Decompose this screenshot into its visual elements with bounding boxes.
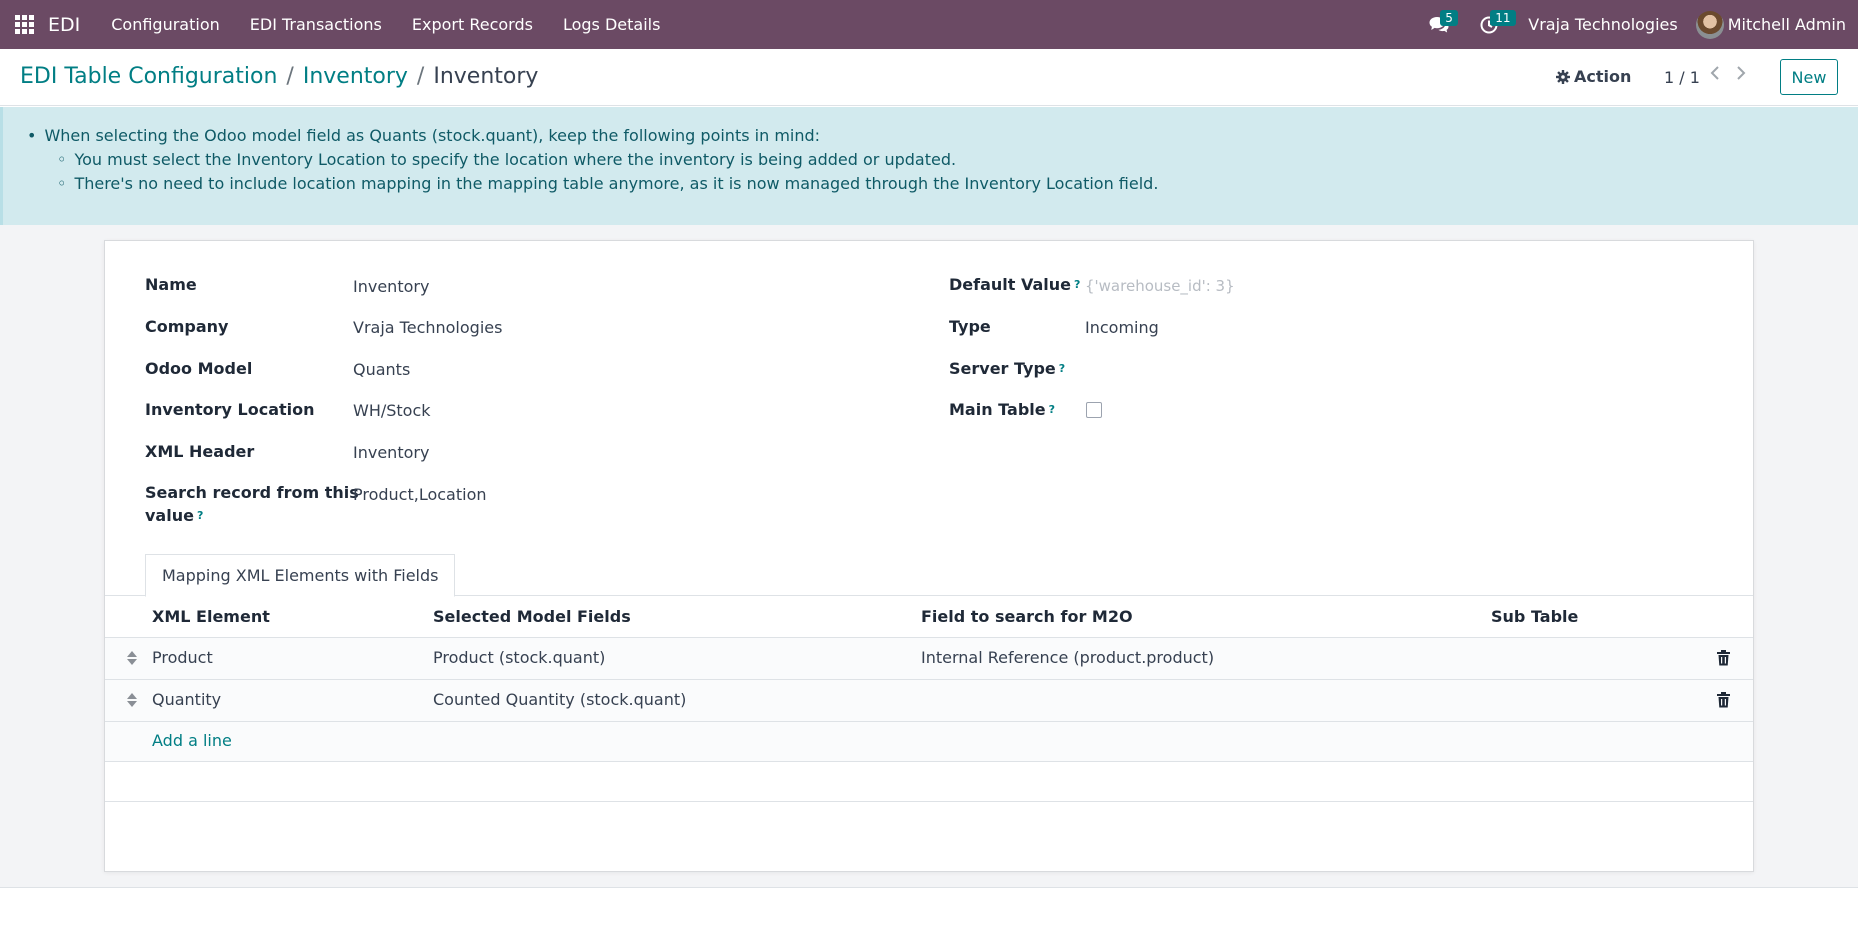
server-type-label: Server Type? [949, 357, 1065, 380]
m2o-field-cell[interactable]: Internal Reference (product.product) [921, 648, 1214, 667]
activities-button[interactable]: 11 [1464, 0, 1516, 49]
help-icon[interactable]: ? [197, 509, 203, 522]
xml-header-label: XML Header [145, 442, 255, 461]
info-alert: When selecting the Odoo model field as Q… [0, 107, 1858, 225]
default-value-label-text: Default Value [949, 275, 1072, 294]
main-table-label: Main Table? [949, 398, 1055, 421]
column-header-selected-model-fields[interactable]: Selected Model Fields [433, 607, 631, 626]
messages-button[interactable]: 5 [1414, 0, 1464, 49]
breadcrumb-edi-table-configuration[interactable]: EDI Table Configuration [20, 64, 277, 89]
xml-header-field[interactable]: Inventory [353, 441, 429, 464]
pager-previous-icon[interactable] [1710, 63, 1720, 88]
action-label: Action [1574, 67, 1632, 86]
main-table-checkbox[interactable] [1086, 402, 1102, 418]
alert-main-point: When selecting the Odoo model field as Q… [27, 124, 1158, 196]
action-button[interactable]: Action [1556, 67, 1631, 86]
model-field-cell[interactable]: Product (stock.quant) [433, 648, 605, 667]
tab-mapping-xml-elements[interactable]: Mapping XML Elements with Fields [145, 554, 456, 597]
trash-icon[interactable] [1717, 650, 1730, 666]
user-menu[interactable]: Mitchell Admin [1692, 10, 1858, 39]
notebook-tabs: Mapping XML Elements with Fields [105, 554, 1753, 597]
menu-edi-transactions[interactable]: EDI Transactions [235, 0, 397, 49]
menu-logs-details[interactable]: Logs Details [548, 0, 675, 49]
table-row[interactable]: Quantity Counted Quantity (stock.quant) [105, 680, 1753, 722]
menu-export-records[interactable]: Export Records [397, 0, 548, 49]
breadcrumb-inventory-link[interactable]: Inventory [303, 64, 408, 89]
server-type-label-text: Server Type [949, 359, 1056, 378]
company-switcher[interactable]: Vraja Technologies [1514, 15, 1691, 34]
user-name: Mitchell Admin [1727, 15, 1846, 34]
control-panel: EDI Table Configuration / Inventory / In… [0, 49, 1858, 106]
add-line-row: Add a line [105, 722, 1753, 762]
type-label: Type [949, 317, 991, 336]
xml-element-cell[interactable]: Quantity [152, 690, 221, 709]
add-line-link[interactable]: Add a line [152, 731, 232, 750]
new-button[interactable]: New [1780, 59, 1838, 95]
company-label: Company [145, 317, 229, 336]
table-row[interactable]: Product Product (stock.quant) Internal R… [105, 638, 1753, 680]
breadcrumb-separator: / [286, 64, 294, 89]
mapping-table: XML Element Selected Model Fields Field … [105, 597, 1753, 802]
main-table-label-text: Main Table [949, 400, 1046, 419]
inventory-location-field[interactable]: WH/Stock [353, 399, 431, 422]
gear-icon [1556, 69, 1570, 84]
activities-count-badge: 11 [1490, 10, 1516, 26]
help-icon[interactable]: ? [1074, 278, 1080, 291]
alert-sub-point: You must select the Inventory Location t… [57, 148, 1158, 172]
model-field-cell[interactable]: Counted Quantity (stock.quant) [433, 690, 686, 709]
alert-sub-point: There's no need to include location mapp… [57, 172, 1158, 196]
odoo-model-label: Odoo Model [145, 359, 253, 378]
pager-next-icon[interactable] [1736, 63, 1746, 88]
drag-handle-icon[interactable] [127, 650, 137, 666]
type-field[interactable]: Incoming [1085, 316, 1159, 339]
app-brand[interactable]: EDI [48, 14, 80, 36]
name-field[interactable]: Inventory [353, 275, 429, 298]
alert-sub-text: You must select the Inventory Location t… [74, 150, 957, 169]
breadcrumb-separator: / [416, 64, 425, 89]
table-header: XML Element Selected Model Fields Field … [105, 597, 1753, 638]
pager-value[interactable]: 1 / 1 [1664, 68, 1700, 87]
drag-handle-icon[interactable] [127, 692, 137, 708]
alert-main-text: When selecting the Odoo model field as Q… [44, 126, 821, 145]
breadcrumb-current: Inventory [433, 64, 539, 89]
help-icon[interactable]: ? [1049, 403, 1055, 416]
search-record-label-line1: Search record from this [145, 483, 359, 502]
search-record-label-line2: value [145, 506, 194, 525]
column-header-xml-element[interactable]: XML Element [152, 607, 270, 626]
form-sheet: Name Inventory Company Vraja Technologie… [104, 240, 1754, 872]
default-value-label: Default Value? [949, 273, 1080, 296]
alert-sub-text: There's no need to include location mapp… [74, 174, 1159, 193]
messages-count-badge: 5 [1440, 10, 1458, 26]
company-field[interactable]: Vraja Technologies [353, 316, 502, 339]
default-value-field[interactable]: {'warehouse_id': 3} [1085, 275, 1235, 298]
xml-element-cell[interactable]: Product [152, 648, 213, 667]
search-record-label: Search record from this value? [145, 481, 359, 527]
help-icon[interactable]: ? [1059, 362, 1065, 375]
top-navbar: EDI Configuration EDI Transactions Expor… [0, 0, 1858, 49]
column-header-field-to-search[interactable]: Field to search for M2O [921, 607, 1133, 626]
empty-row [105, 762, 1753, 802]
breadcrumb: EDI Table Configuration / Inventory / In… [20, 64, 538, 89]
menu-configuration[interactable]: Configuration [96, 0, 235, 49]
trash-icon[interactable] [1717, 692, 1730, 708]
avatar [1695, 10, 1724, 39]
inventory-location-label: Inventory Location [145, 400, 315, 419]
name-label: Name [145, 275, 197, 294]
search-record-field[interactable]: Product,Location [353, 483, 487, 506]
column-header-sub-table[interactable]: Sub Table [1491, 607, 1578, 626]
apps-menu-icon[interactable] [2, 0, 46, 49]
odoo-model-field[interactable]: Quants [353, 358, 410, 381]
